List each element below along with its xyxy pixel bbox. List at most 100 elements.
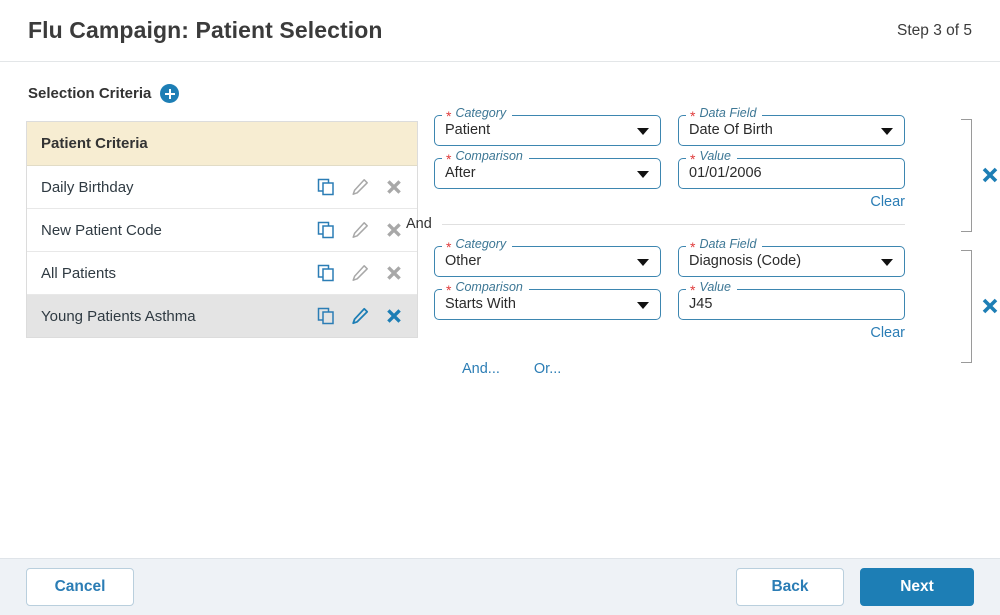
selection-criteria-label: Selection Criteria: [28, 85, 152, 102]
row-actions: [317, 264, 403, 282]
comparison-select[interactable]: * Comparison After: [434, 149, 661, 189]
footer-bar: Cancel Back Next: [0, 558, 1000, 615]
required-asterisk: *: [690, 108, 696, 124]
row-actions: [317, 221, 403, 239]
edit-pencil-icon[interactable]: [351, 221, 369, 239]
chevron-down-icon: [637, 127, 649, 135]
category-select[interactable]: * Category Other: [434, 237, 661, 277]
next-button[interactable]: Next: [860, 568, 974, 606]
criteria-name: All Patients: [41, 264, 117, 282]
delete-x-icon[interactable]: [385, 178, 403, 196]
step-indicator: Step 3 of 5: [897, 21, 972, 39]
criteria-group: * Category Other * Data Field Diagnosis …: [434, 237, 1000, 363]
table-row[interactable]: Young Patients Asthma: [27, 295, 417, 337]
delete-x-icon[interactable]: [980, 165, 1000, 185]
table-row[interactable]: Daily Birthday: [27, 166, 417, 209]
category-label: * Category: [442, 105, 513, 124]
group-connector-label: And: [406, 216, 432, 232]
comparison-select[interactable]: * Comparison Starts With: [434, 280, 661, 320]
criteria-group-fields: * Category Other * Data Field Diagnosis …: [434, 237, 905, 320]
back-button[interactable]: Back: [736, 568, 844, 606]
chevron-down-icon: [637, 301, 649, 309]
row-actions: [317, 307, 403, 325]
add-and-link[interactable]: And...: [462, 361, 500, 377]
value-input-text: J45: [689, 296, 713, 313]
required-asterisk: *: [690, 151, 696, 167]
page-title: Flu Campaign: Patient Selection: [28, 17, 383, 43]
category-value: Other: [445, 253, 482, 270]
delete-x-icon[interactable]: [385, 221, 403, 239]
category-select[interactable]: * Category Patient: [434, 106, 661, 146]
category-label-text: Category: [455, 105, 507, 120]
chevron-down-icon: [637, 258, 649, 266]
criteria-name: Daily Birthday: [41, 178, 134, 196]
chevron-down-icon: [881, 258, 893, 266]
comparison-label-text: Comparison: [455, 279, 523, 294]
value-input[interactable]: * Value 01/01/2006: [678, 149, 905, 189]
value-input[interactable]: * Value J45: [678, 280, 905, 320]
comparison-value: Starts With: [445, 296, 516, 313]
criteria-group: * Category Patient * Data Field Date Of …: [434, 106, 1000, 232]
clear-link[interactable]: Clear: [870, 194, 905, 210]
chevron-down-icon: [637, 170, 649, 178]
group-bracket: [961, 250, 972, 363]
group-bracket: [961, 119, 972, 232]
data-field-label-text: Data Field: [699, 105, 757, 120]
add-condition-links: And... Or...: [434, 361, 1000, 377]
cancel-button[interactable]: Cancel: [26, 568, 134, 606]
required-asterisk: *: [690, 282, 696, 298]
delete-x-icon[interactable]: [385, 307, 403, 325]
required-asterisk: *: [446, 282, 452, 298]
copy-icon[interactable]: [317, 264, 335, 282]
criteria-name: Young Patients Asthma: [41, 307, 196, 325]
clear-link-row: Clear: [434, 325, 905, 341]
value-input-text: 01/01/2006: [689, 165, 762, 182]
group-connector-rule: [441, 223, 905, 225]
comparison-value: After: [445, 165, 476, 182]
required-asterisk: *: [446, 108, 452, 124]
data-field-value: Diagnosis (Code): [689, 253, 802, 270]
data-field-label: * Data Field: [686, 236, 763, 255]
group-connector: And: [406, 216, 905, 232]
delete-x-icon[interactable]: [385, 264, 403, 282]
clear-link[interactable]: Clear: [870, 325, 905, 341]
patient-criteria-table-header: Patient Criteria: [27, 122, 417, 166]
edit-pencil-icon[interactable]: [351, 307, 369, 325]
criteria-groups-pane: * Category Patient * Data Field Date Of …: [406, 103, 1000, 377]
add-or-link[interactable]: Or...: [534, 361, 561, 377]
chevron-down-icon: [881, 127, 893, 135]
clear-link-row: Clear: [434, 194, 905, 210]
edit-pencil-icon[interactable]: [351, 178, 369, 196]
comparison-label-text: Comparison: [455, 148, 523, 163]
copy-icon[interactable]: [317, 307, 335, 325]
selection-criteria-heading: Selection Criteria: [0, 62, 1000, 103]
table-row[interactable]: All Patients: [27, 252, 417, 295]
value-label-text: Value: [699, 148, 731, 163]
value-label-text: Value: [699, 279, 731, 294]
main-body: Patient Criteria Daily Birthday New Pati…: [0, 103, 1000, 377]
category-label: * Category: [442, 236, 513, 255]
table-row[interactable]: New Patient Code: [27, 209, 417, 252]
data-field-select[interactable]: * Data Field Date Of Birth: [678, 106, 905, 146]
patient-criteria-table: Patient Criteria Daily Birthday New Pati…: [26, 121, 418, 338]
criteria-group-fields: * Category Patient * Data Field Date Of …: [434, 106, 905, 189]
data-field-select[interactable]: * Data Field Diagnosis (Code): [678, 237, 905, 277]
required-asterisk: *: [446, 151, 452, 167]
category-label-text: Category: [455, 236, 507, 251]
data-field-label-text: Data Field: [699, 236, 757, 251]
category-value: Patient: [445, 122, 491, 139]
required-asterisk: *: [446, 239, 452, 255]
required-asterisk: *: [690, 239, 696, 255]
criteria-name: New Patient Code: [41, 221, 162, 239]
value-label: * Value: [686, 279, 737, 298]
comparison-label: * Comparison: [442, 279, 529, 298]
copy-icon[interactable]: [317, 221, 335, 239]
value-label: * Value: [686, 148, 737, 167]
delete-x-icon[interactable]: [980, 296, 1000, 316]
plus-circle-icon[interactable]: [160, 84, 180, 103]
footer-right-actions: Back Next: [736, 568, 974, 606]
copy-icon[interactable]: [317, 178, 335, 196]
comparison-label: * Comparison: [442, 148, 529, 167]
edit-pencil-icon[interactable]: [351, 264, 369, 282]
page-header: Flu Campaign: Patient Selection Step 3 o…: [0, 0, 1000, 62]
